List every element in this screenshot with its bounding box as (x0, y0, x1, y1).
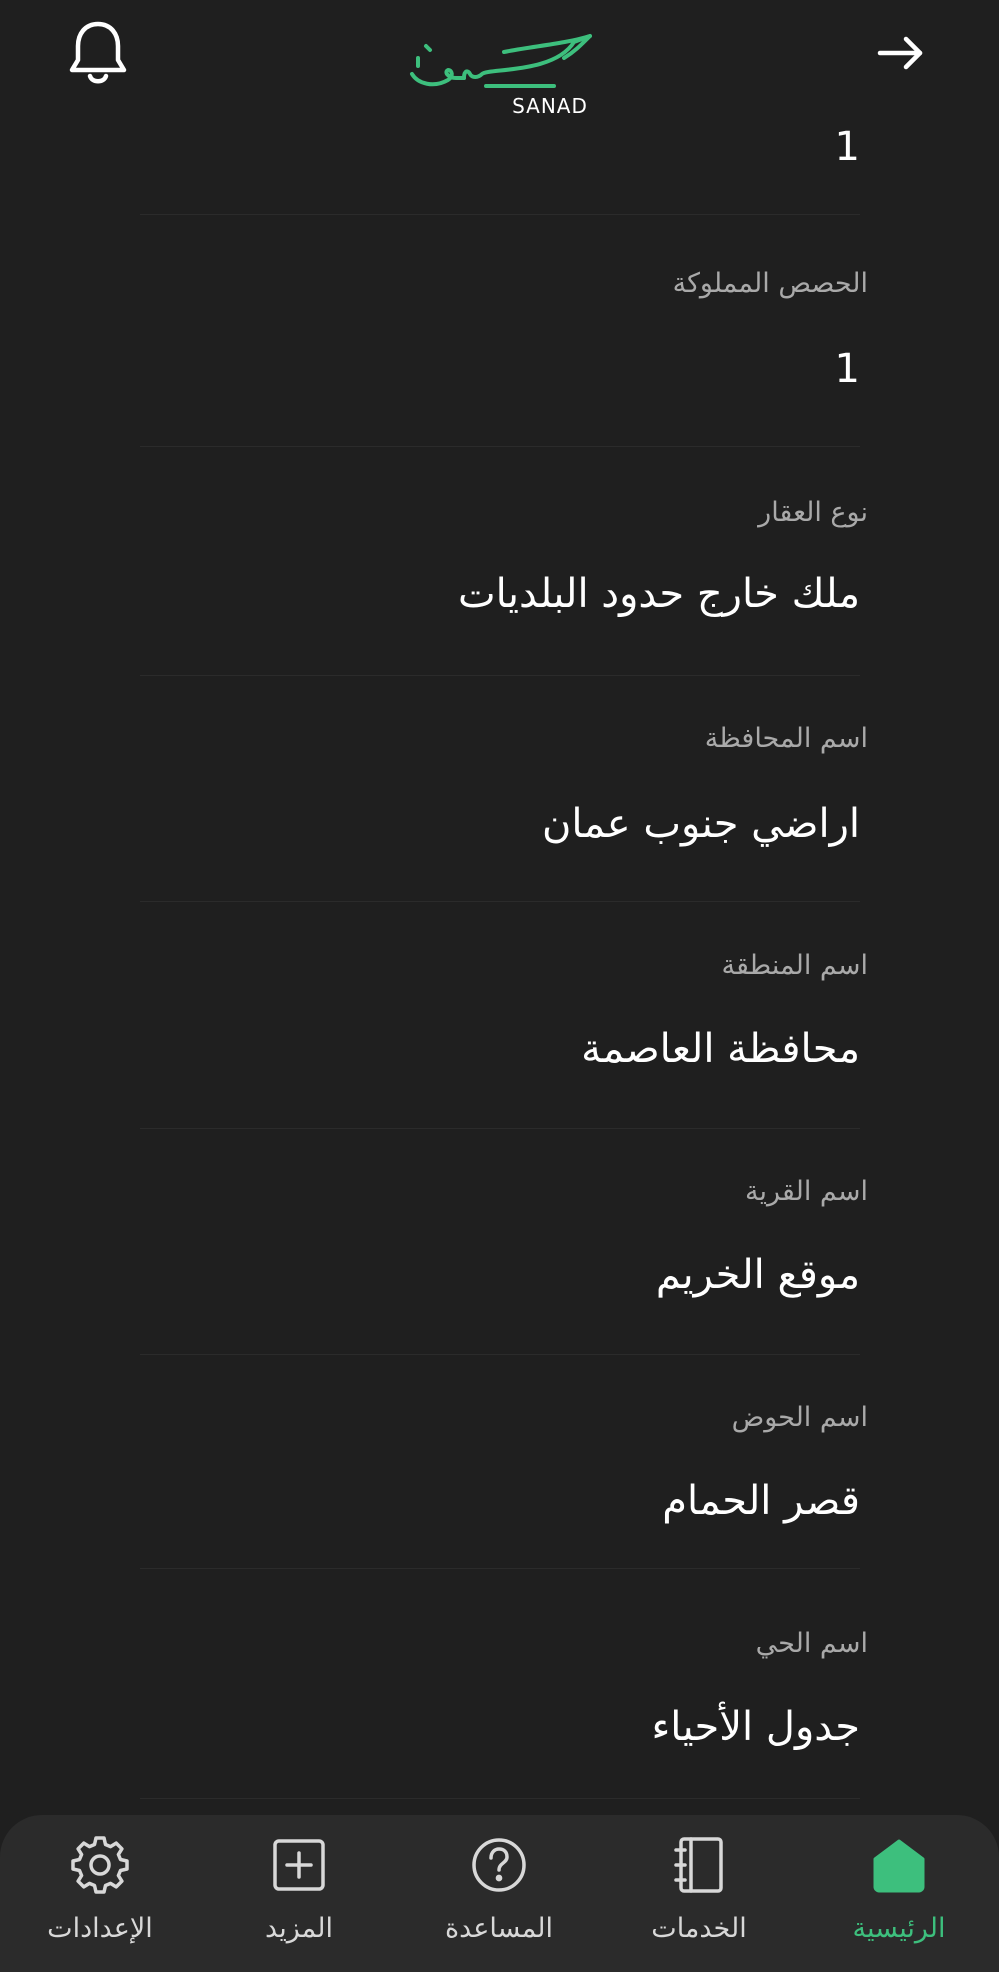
detail-value: 1 (834, 124, 860, 170)
detail-label: اسم الحوض (731, 1402, 868, 1433)
divider (140, 214, 860, 215)
nav-label: المساعدة (444, 1913, 554, 1944)
divider (140, 1568, 860, 1569)
divider (140, 901, 860, 902)
nav-more[interactable]: المزيد (209, 1815, 389, 1972)
detail-value: محافظة العاصمة (581, 1026, 860, 1072)
divider (140, 446, 860, 447)
arrow-right-icon (877, 36, 923, 70)
nav-label: المزيد (265, 1913, 333, 1944)
detail-value: 1 (834, 346, 860, 392)
detail-label: اسم المحافظة (704, 723, 868, 754)
sanad-logo-mark (410, 34, 592, 88)
detail-label: اسم الحي (755, 1628, 868, 1659)
detail-value: موقع الخريم (655, 1252, 860, 1298)
detail-label: اسم القرية (745, 1176, 868, 1207)
app-header: SANAD (0, 0, 999, 130)
nav-home[interactable]: الرئيسية (809, 1815, 989, 1972)
detail-value: اراضي جنوب عمان (542, 801, 860, 847)
notebook-icon (669, 1835, 729, 1895)
bottom-navigation: الإعدادات المزيد المساعدة الخدمات الرئيس… (0, 1815, 999, 1972)
gear-icon (70, 1835, 130, 1895)
back-button[interactable] (868, 20, 934, 86)
nav-label: الإعدادات (47, 1913, 153, 1944)
nav-help[interactable]: المساعدة (409, 1815, 589, 1972)
details-list[interactable]: 1 الحصص المملوكة 1 نوع العقار ملك خارج ح… (0, 0, 999, 1810)
notifications-button[interactable] (62, 16, 134, 92)
divider (140, 1128, 860, 1129)
home-icon (869, 1835, 929, 1895)
brand-text: SANAD (512, 94, 588, 118)
divider (140, 1798, 860, 1799)
help-circle-icon (469, 1835, 529, 1895)
detail-value: ملك خارج حدود البلديات (457, 571, 860, 617)
divider (140, 675, 860, 676)
nav-label: الرئيسية (852, 1913, 946, 1944)
detail-label: اسم المنطقة (721, 950, 868, 981)
nav-settings[interactable]: الإعدادات (10, 1815, 190, 1972)
nav-services[interactable]: الخدمات (609, 1815, 789, 1972)
detail-value: جدول الأحياء (651, 1704, 860, 1750)
detail-value: قصر الحمام (662, 1478, 860, 1524)
divider (140, 1354, 860, 1355)
detail-label: الحصص المملوكة (672, 268, 868, 299)
plus-square-icon (269, 1835, 329, 1895)
nav-label: الخدمات (651, 1913, 747, 1944)
bell-icon (69, 21, 127, 84)
detail-label: نوع العقار (758, 497, 868, 528)
